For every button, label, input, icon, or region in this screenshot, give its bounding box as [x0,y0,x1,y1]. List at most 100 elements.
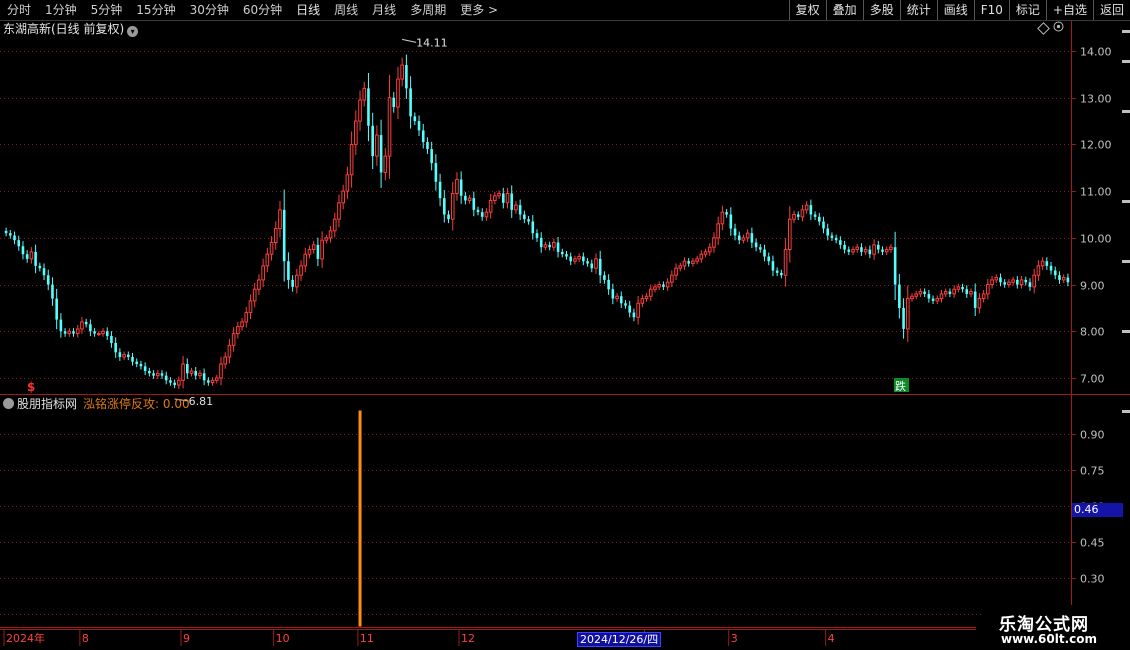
candle-body [969,291,973,295]
candle-body [169,380,172,383]
candle-body [17,240,21,247]
candle-body [712,237,716,248]
candle-body [986,284,990,295]
candle-body [207,380,210,383]
candle-body [59,319,63,332]
candle-body [252,288,257,302]
candle-body [282,209,286,262]
candle-body [518,205,522,215]
candle-body [923,291,926,294]
candle-body [927,293,931,299]
candle-body [615,295,619,300]
candle-body [729,214,733,229]
candle-body [707,246,712,253]
chevron-down-icon[interactable] [3,398,14,409]
candle-body [703,251,708,255]
indicator-tick-label: 0.75 [1080,465,1105,478]
candle-body [876,244,880,250]
time-axis-label: 11 [360,632,374,645]
kline-chart[interactable]: 7.008.009.0010.0011.0012.0013.0014.000.1… [0,0,1130,650]
candle-body [42,268,46,276]
candle-body [472,198,476,210]
candle-body [935,298,940,302]
time-axis-label: 2024年 [6,631,45,645]
candle-body [240,321,244,328]
candle-body [101,330,105,335]
candle-body [889,246,893,251]
candle-body [135,361,139,364]
candle-body [1040,260,1045,267]
candle-body [611,289,615,299]
candle-body [691,260,695,265]
candle-body [324,237,329,241]
candle-body [231,333,236,346]
candle-body [455,178,459,194]
candle-body [417,121,421,131]
candle-body [586,261,589,264]
candle-body [648,288,653,297]
candle-body [619,296,623,304]
candle-body [34,251,37,266]
time-axis-label: 9 [183,632,190,645]
candle-body [164,375,168,381]
candle-body [855,246,860,251]
indicator-title[interactable]: 股朋指标网 泓铭涨停反攻: 0.00 [3,396,190,412]
max-price-label: 14.11 [416,36,448,49]
candle-body [198,372,202,377]
candle-body [1028,282,1032,287]
price-tick-label: 11.00 [1080,186,1112,199]
candle-body [640,298,645,304]
candle-body [898,284,901,308]
candle-body [822,221,825,229]
candle-body [354,120,358,145]
candle-body [590,263,594,269]
candle-body [1036,265,1041,276]
candle-body [219,363,223,379]
candle-body [628,305,632,313]
candle-body [25,254,29,259]
candle-body [607,279,610,290]
candle-body [956,286,961,290]
candle-body [952,288,956,295]
candle-body [480,212,484,217]
candle-body [939,293,944,300]
candle-body [884,249,889,253]
time-axis-label: 4 [828,632,835,645]
candle-body [720,211,725,225]
candle-body [1061,277,1066,281]
candle-body [493,195,497,201]
candle-body [863,249,868,253]
candle-body [194,370,198,376]
candle-body [63,331,67,334]
candle-body [603,275,606,280]
candle-body [763,249,766,257]
candle-body [131,356,134,362]
candle-body [961,286,964,290]
candle-body [1058,275,1061,280]
candle-body [1024,279,1028,283]
candle-body [173,382,176,385]
candle-body [674,267,678,276]
candle-body [552,242,556,248]
candle-body [809,205,813,215]
side-marker [1122,330,1130,333]
candle-body [999,277,1002,283]
candle-body [426,142,429,150]
candle-body [299,265,303,276]
candle-body [759,247,762,250]
candle-body [467,197,472,201]
candle-body [13,235,16,241]
side-marker [1122,200,1130,203]
candle-body [573,258,577,262]
candle-body [1019,279,1024,286]
candle-body [185,363,189,374]
candle-body [737,235,741,241]
candle-body [67,330,72,335]
candle-body [771,261,775,271]
candle-body [114,342,117,353]
candle-body [21,246,25,255]
candle-body [96,333,101,336]
candle-body [371,125,374,157]
candle-body [594,258,598,269]
signal-bar [358,410,362,627]
